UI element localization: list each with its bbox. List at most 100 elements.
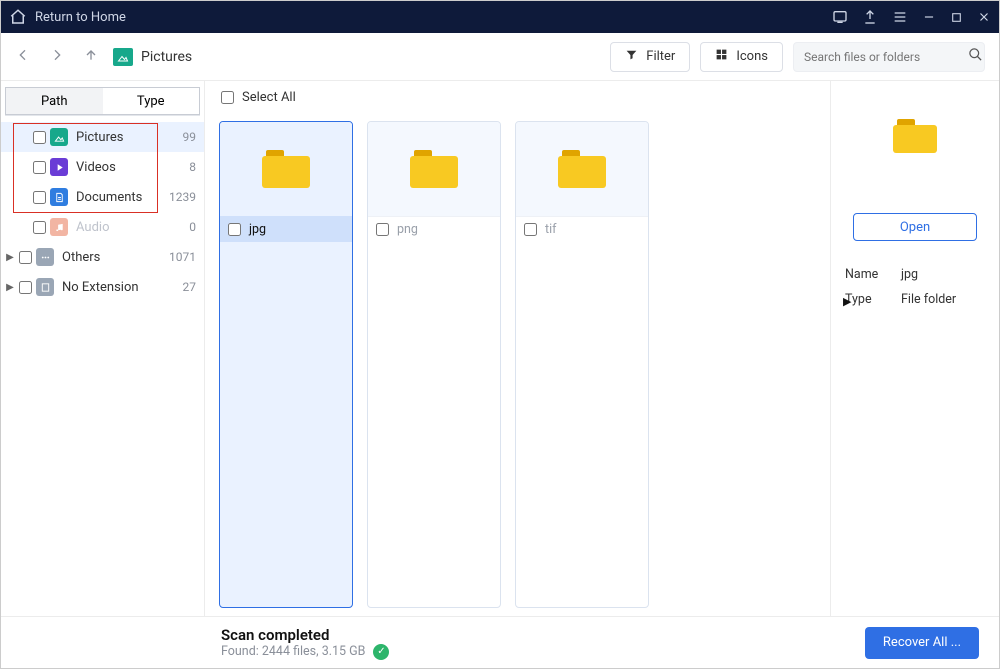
pictures-icon: [50, 128, 68, 146]
sidebar-item-no-extension[interactable]: ▶ No Extension 27: [1, 272, 204, 302]
sidebar-item-pictures[interactable]: Pictures 99: [1, 122, 204, 152]
select-all-row[interactable]: Select All: [205, 81, 830, 113]
open-button[interactable]: Open: [853, 213, 977, 241]
titlebar-right: [832, 9, 991, 25]
view-icons-label: Icons: [736, 49, 768, 64]
content-area: Path Type Pictures 99 Videos 8: [1, 81, 999, 616]
checkbox[interactable]: [33, 191, 46, 204]
toolbar: Pictures Filter Icons: [1, 33, 999, 81]
sidebar-item-count: 8: [189, 160, 196, 174]
nav-forward-icon[interactable]: [49, 47, 65, 67]
folder-icon: [893, 119, 937, 153]
folder-thumb: [220, 122, 352, 216]
documents-icon: [50, 188, 68, 206]
card-label: png: [397, 222, 418, 237]
recover-all-button[interactable]: Recover All ...: [865, 627, 979, 659]
sidebar-item-label: Documents: [76, 190, 165, 205]
sidebar-item-videos[interactable]: Videos 8: [1, 152, 204, 182]
status-subtitle: Found: 2444 files, 3.15 GB: [221, 644, 365, 659]
file-grid: jpg png: [205, 113, 830, 616]
app-window: Return to Home Pictures Filter: [0, 0, 1000, 669]
caret-icon[interactable]: ▶: [5, 252, 15, 263]
sidebar-item-count: 99: [183, 130, 197, 144]
no-extension-icon: [36, 278, 54, 296]
sidebar-item-count: 0: [189, 220, 196, 234]
select-all-label: Select All: [242, 90, 296, 105]
tab-type[interactable]: Type: [103, 87, 201, 115]
checkbox[interactable]: [228, 223, 241, 236]
folder-icon: [558, 150, 606, 188]
titlebar: Return to Home: [1, 1, 999, 33]
folder-thumb: [516, 122, 648, 216]
folder-thumb: [368, 122, 500, 216]
sidebar-tree: Pictures 99 Videos 8 Documents 1239: [1, 122, 204, 616]
folder-icon: [410, 150, 458, 188]
preview: [893, 119, 937, 153]
success-check-icon: ✓: [373, 644, 389, 660]
breadcrumb[interactable]: Pictures: [113, 48, 192, 66]
share-icon[interactable]: [862, 9, 878, 25]
tab-path[interactable]: Path: [5, 87, 103, 115]
checkbox[interactable]: [33, 221, 46, 234]
nav-up-icon[interactable]: [83, 47, 99, 67]
pictures-icon: [113, 48, 133, 66]
sidebar-item-count: 1239: [169, 190, 196, 204]
sidebar-item-audio[interactable]: Audio 0: [1, 212, 204, 242]
checkbox[interactable]: [33, 161, 46, 174]
feedback-icon[interactable]: [832, 9, 848, 25]
details-panel: Open ▶ Name jpg Type File folder: [831, 81, 999, 616]
maximize-icon[interactable]: [950, 11, 963, 24]
folder-card-jpg[interactable]: jpg: [219, 121, 353, 608]
status-text: Scan completed Found: 2444 files, 3.15 G…: [221, 626, 389, 660]
sidebar-item-label: Pictures: [76, 130, 179, 145]
checkbox[interactable]: [524, 223, 537, 236]
details-name-key: Name: [845, 267, 901, 282]
view-icons-button[interactable]: Icons: [700, 42, 783, 72]
checkbox[interactable]: [33, 131, 46, 144]
sidebar-item-label: Audio: [76, 220, 185, 235]
card-footer: jpg: [220, 216, 352, 242]
card-footer: tif: [516, 216, 648, 242]
sidebar-item-label: No Extension: [62, 280, 179, 295]
checkbox[interactable]: [19, 251, 32, 264]
caret-icon[interactable]: ▶: [5, 282, 15, 293]
grid-icon: [715, 48, 728, 65]
filter-button[interactable]: Filter: [610, 42, 690, 72]
main-panel: Select All jpg: [205, 81, 831, 616]
card-label: jpg: [249, 222, 266, 237]
card-label: tif: [545, 222, 556, 237]
select-all-checkbox[interactable]: [221, 91, 234, 104]
checkbox[interactable]: [19, 281, 32, 294]
close-icon[interactable]: [977, 10, 991, 24]
details-type-val: File folder: [901, 292, 985, 307]
sidebar-tabs: Path Type: [5, 87, 200, 116]
details-type-key: Type: [845, 292, 901, 307]
others-icon: [36, 248, 54, 266]
home-icon: [9, 8, 27, 26]
folder-card-png[interactable]: png: [367, 121, 501, 608]
sidebar: Path Type Pictures 99 Videos 8: [1, 81, 205, 616]
titlebar-left[interactable]: Return to Home: [9, 8, 126, 26]
filter-icon: [625, 48, 638, 65]
checkbox[interactable]: [376, 223, 389, 236]
sidebar-item-label: Others: [62, 250, 165, 265]
card-footer: png: [368, 216, 500, 242]
videos-icon: [50, 158, 68, 176]
nav-arrows: [15, 47, 99, 67]
minimize-icon[interactable]: [922, 10, 936, 24]
search-box[interactable]: [793, 42, 985, 72]
audio-icon: [50, 218, 68, 236]
statusbar: Scan completed Found: 2444 files, 3.15 G…: [1, 616, 999, 668]
expand-type-icon[interactable]: ▶: [843, 295, 851, 308]
search-input[interactable]: [804, 50, 960, 64]
return-home-link[interactable]: Return to Home: [35, 10, 126, 25]
sidebar-item-others[interactable]: ▶ Others 1071: [1, 242, 204, 272]
breadcrumb-label: Pictures: [141, 49, 192, 65]
menu-icon[interactable]: [892, 9, 908, 25]
sidebar-item-documents[interactable]: Documents 1239: [1, 182, 204, 212]
details-kv: Name jpg Type File folder: [845, 267, 985, 307]
nav-back-icon[interactable]: [15, 47, 31, 67]
status-title: Scan completed: [221, 626, 389, 644]
search-icon[interactable]: [968, 47, 983, 66]
folder-card-tif[interactable]: tif: [515, 121, 649, 608]
